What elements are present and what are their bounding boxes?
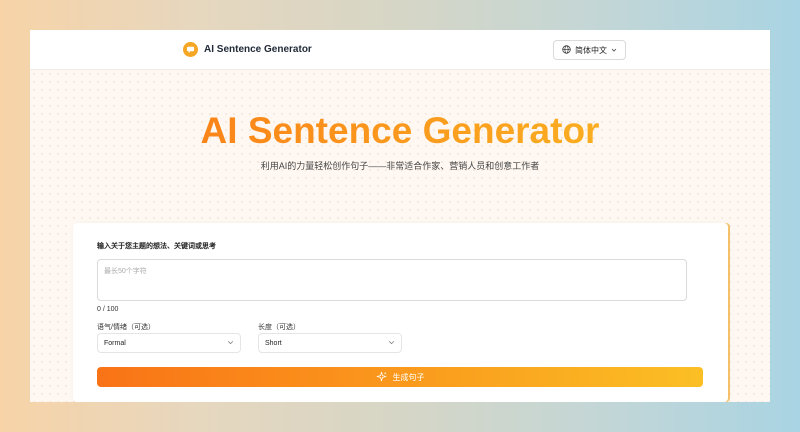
generate-button-label: 生成句子 xyxy=(392,372,425,382)
app-window: AI Sentence Generator 简体中文 AI Sentence G… xyxy=(30,30,770,402)
generate-button[interactable]: 生成句子 xyxy=(97,367,703,387)
globe-icon xyxy=(562,44,571,56)
char-counter: 0 / 100 xyxy=(97,306,119,313)
chat-bubble-icon xyxy=(183,42,198,57)
tone-selected-value: Formal xyxy=(104,339,126,347)
chevron-down-icon xyxy=(227,339,234,348)
brand-name: AI Sentence Generator xyxy=(204,44,312,55)
length-select[interactable]: Short xyxy=(258,333,402,353)
page-title: AI Sentence Generator xyxy=(30,110,770,152)
tone-label: 语气/情绪（可选） xyxy=(97,324,155,331)
chevron-down-icon xyxy=(388,339,395,348)
sparkle-icon xyxy=(376,371,387,384)
prompt-input[interactable] xyxy=(97,259,687,301)
length-label: 长度（可选） xyxy=(258,324,300,331)
generator-form-card: 输入关于您主题的想法、关键词或思考 0 / 100 语气/情绪（可选） Form… xyxy=(73,223,728,402)
length-selected-value: Short xyxy=(265,339,282,347)
prompt-label: 输入关于您主题的想法、关键词或思考 xyxy=(97,243,216,250)
language-selector[interactable]: 简体中文 xyxy=(553,40,626,60)
tone-select[interactable]: Formal xyxy=(97,333,241,353)
language-label: 简体中文 xyxy=(575,45,607,55)
top-navigation-bar: AI Sentence Generator 简体中文 xyxy=(30,30,770,70)
chevron-down-icon xyxy=(611,46,617,55)
brand[interactable]: AI Sentence Generator xyxy=(183,42,312,57)
page-subtitle: 利用AI的力量轻松创作句子——非常适合作家、营销人员和创意工作者 xyxy=(260,161,540,171)
